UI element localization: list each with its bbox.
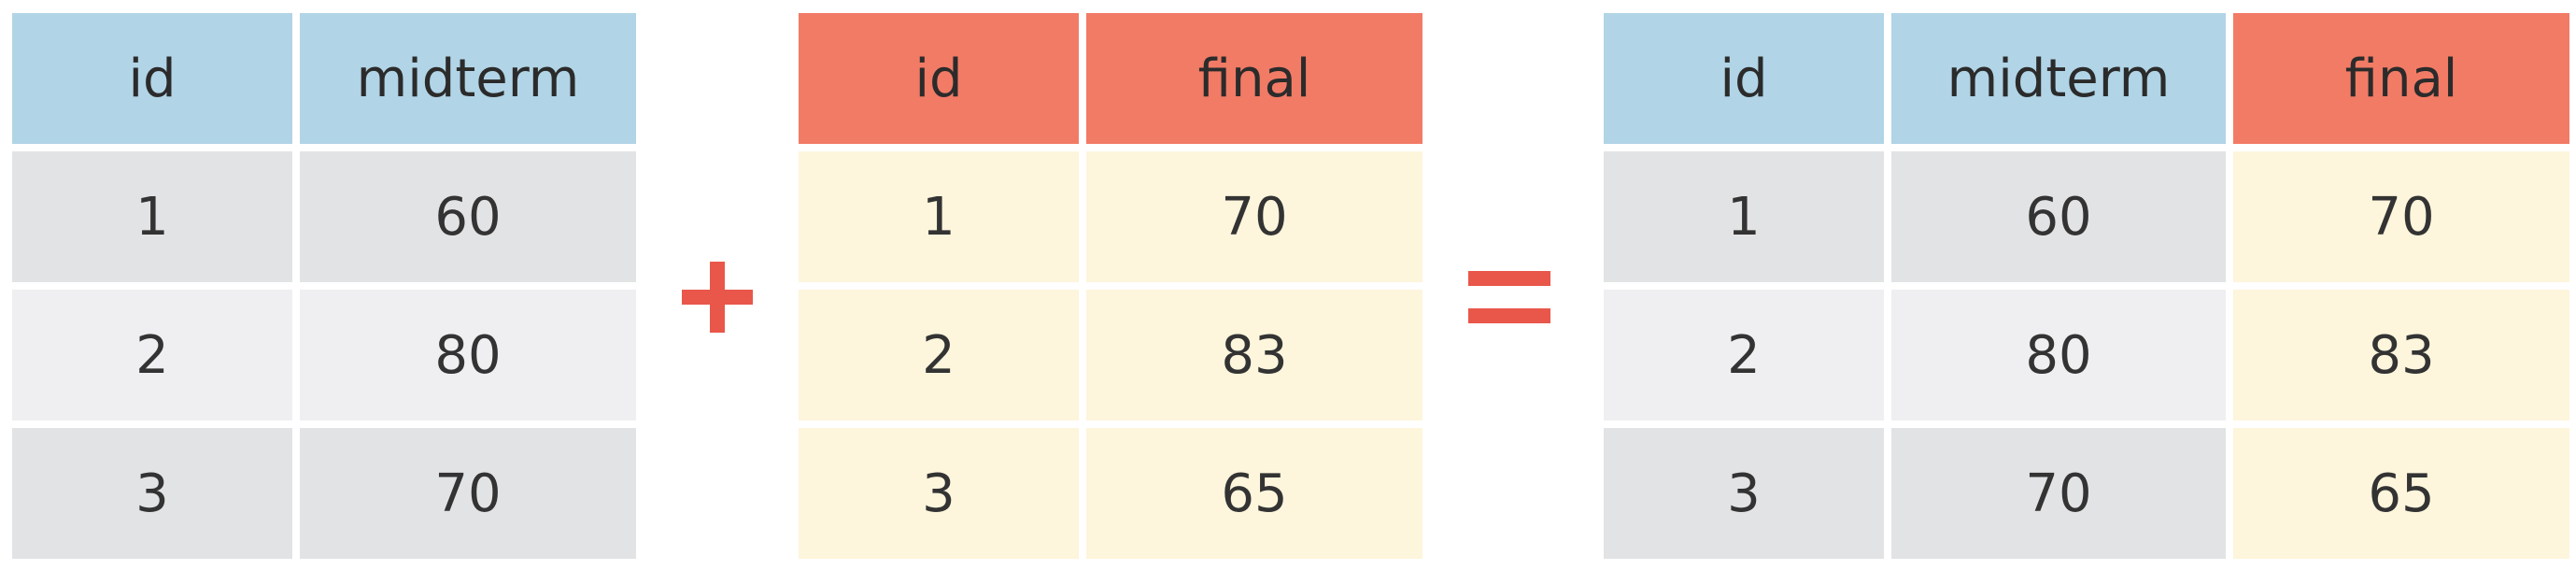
header-id: id (799, 13, 1079, 144)
table-cell: 1 (1604, 151, 1884, 282)
table-cell: 3 (12, 428, 292, 559)
table-cell: 70 (300, 428, 636, 559)
table-cell: 83 (2233, 290, 2569, 420)
table-cell: 60 (1891, 151, 2226, 282)
table-cell: 60 (300, 151, 636, 282)
table-cell: 2 (799, 290, 1079, 420)
plus-icon (682, 262, 753, 333)
table-cell: 1 (799, 151, 1079, 282)
table-cell: 80 (1891, 290, 2226, 420)
table-cell: 2 (1604, 290, 1884, 420)
header-midterm: midterm (300, 13, 636, 144)
equals-icon (1468, 271, 1550, 323)
header-final: final (1086, 13, 1422, 144)
header-midterm: midterm (1891, 13, 2226, 144)
table-cell: 3 (799, 428, 1079, 559)
table-cell: 80 (300, 290, 636, 420)
table-cell: 70 (1086, 151, 1422, 282)
table-cell: 3 (1604, 428, 1884, 559)
midterm-table: id midterm 1 60 2 80 3 70 (12, 13, 636, 559)
header-final: final (2233, 13, 2569, 144)
table-cell: 83 (1086, 290, 1422, 420)
table-cell: 70 (2233, 151, 2569, 282)
table-cell: 2 (12, 290, 292, 420)
table-cell: 65 (1086, 428, 1422, 559)
header-id: id (1604, 13, 1884, 144)
final-table: id final 1 70 2 83 3 65 (799, 13, 1422, 559)
table-cell: 70 (1891, 428, 2226, 559)
table-cell: 65 (2233, 428, 2569, 559)
joined-result-table: id midterm final 1 60 70 2 80 83 3 70 65 (1604, 13, 2569, 559)
header-id: id (12, 13, 292, 144)
table-cell: 1 (12, 151, 292, 282)
